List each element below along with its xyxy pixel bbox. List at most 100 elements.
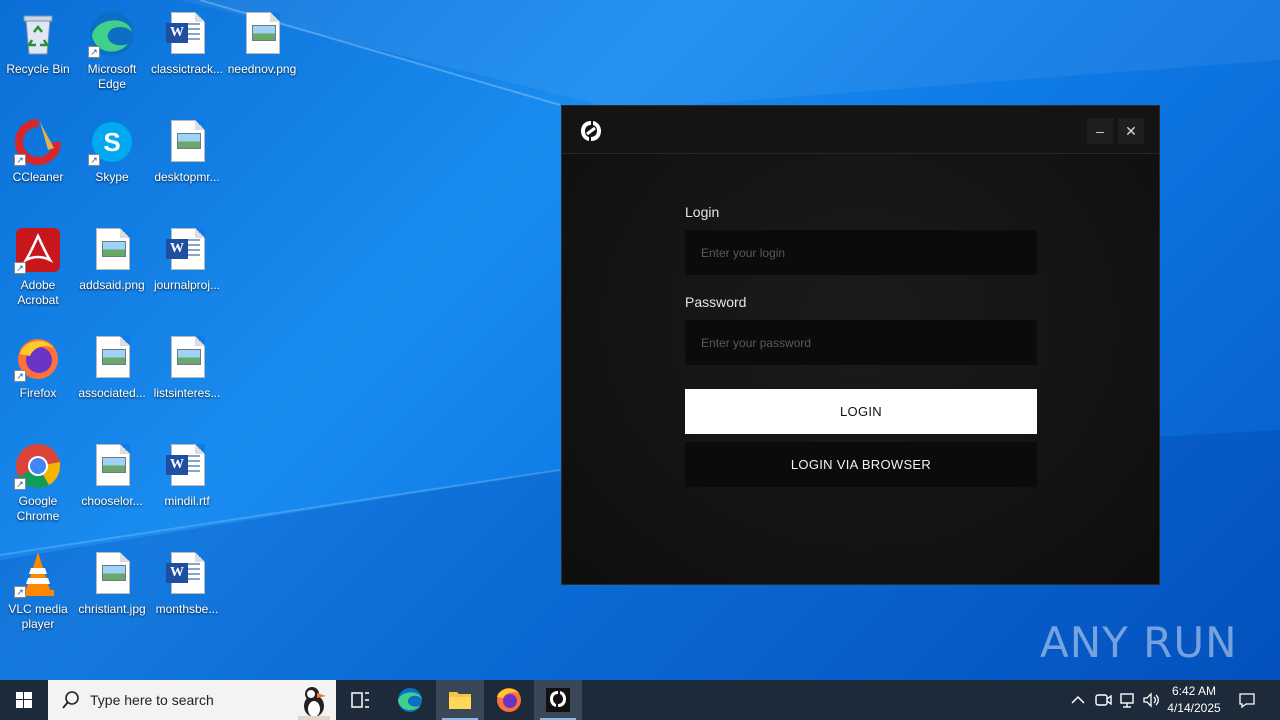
shortcut-arrow-icon: ↗	[14, 370, 26, 382]
desktop-icon-neednov[interactable]: neednov.png	[224, 4, 300, 104]
tray-volume[interactable]	[1141, 690, 1161, 710]
icon-label: CCleaner	[12, 170, 64, 184]
desktop-icon-desktopmr[interactable]: desktopmr...	[149, 112, 225, 212]
volume-icon	[1143, 692, 1159, 708]
icon-label: chooselor...	[81, 494, 143, 508]
icon-label: Adobe Acrobat	[17, 278, 59, 307]
icon-label: Firefox	[19, 386, 57, 400]
icon-label: VLC media player	[8, 602, 68, 631]
firefox-icon: ↗	[14, 334, 62, 382]
desktop-icon-vlc[interactable]: ↗ VLC media player	[0, 544, 76, 644]
desktop-icon-associated[interactable]: associated...	[74, 328, 150, 428]
chrome-icon: ↗	[14, 442, 62, 490]
image-file-icon	[238, 10, 286, 58]
task-view-button[interactable]	[336, 680, 384, 720]
image-file-icon	[163, 118, 211, 166]
edge-icon	[398, 688, 422, 712]
minimize-button[interactable]: –	[1087, 118, 1113, 144]
meet-icon	[1095, 694, 1112, 706]
acrobat-icon: ↗	[14, 226, 62, 274]
desktop-icon-google-chrome[interactable]: ↗ Google Chrome	[0, 436, 76, 536]
taskbar-edge[interactable]	[386, 680, 434, 720]
login-window: – ✕ Login Password LOGIN LOGIN VIA BROWS…	[561, 105, 1160, 585]
clock-date: 4/14/2025	[1167, 701, 1221, 715]
icon-label: listsinteres...	[153, 386, 221, 400]
image-file-icon	[88, 334, 136, 382]
taskbar: Type here to search 6:42 AM 4/14/2025	[0, 680, 1280, 720]
search-placeholder: Type here to search	[90, 692, 214, 708]
image-file-icon	[88, 442, 136, 490]
word-doc-icon: W	[163, 226, 211, 274]
skype-icon: S ↗	[88, 118, 136, 166]
task-view-icon	[351, 692, 369, 708]
taskbar-search-box[interactable]: Type here to search	[48, 680, 336, 720]
recycle-bin-icon	[14, 10, 62, 58]
icon-label: mindil.rtf	[164, 494, 210, 508]
desktop-icon-microsoft-edge[interactable]: ↗ Microsoft Edge	[74, 4, 150, 104]
icon-label: monthsbe...	[155, 602, 219, 616]
shortcut-arrow-icon: ↗	[14, 478, 26, 490]
word-doc-icon: W	[163, 442, 211, 490]
desktop-icon-christiant[interactable]: christiant.jpg	[74, 544, 150, 644]
edge-icon: ↗	[88, 10, 136, 58]
app-logo-icon	[581, 121, 601, 141]
app-logo-icon	[546, 688, 570, 712]
anyrun-watermark: ANY RUN	[1040, 612, 1238, 672]
puffin-bird-icon	[298, 687, 330, 720]
desktop-icon-mindil[interactable]: W mindil.rtf	[149, 436, 225, 536]
icon-label: journalproj...	[153, 278, 221, 292]
login-label: Login	[685, 204, 720, 220]
taskbar-firefox[interactable]	[485, 680, 533, 720]
icon-label: Skype	[95, 170, 129, 184]
icon-label: associated...	[78, 386, 146, 400]
password-label: Password	[685, 294, 747, 310]
icon-label: addsaid.png	[79, 278, 145, 292]
icon-label: christiant.jpg	[78, 602, 146, 616]
image-file-icon	[88, 550, 136, 598]
taskbar-file-explorer[interactable]	[436, 680, 484, 720]
word-doc-icon: W	[163, 10, 211, 58]
login-input[interactable]	[685, 230, 1037, 275]
icon-label: Microsoft Edge	[87, 62, 137, 91]
close-button[interactable]: ✕	[1118, 118, 1144, 144]
taskbar-clock[interactable]: 6:42 AM 4/14/2025	[1160, 683, 1228, 717]
icon-label: desktopmr...	[154, 170, 220, 184]
tray-meet-now[interactable]	[1093, 690, 1113, 710]
folder-icon	[449, 692, 471, 709]
shortcut-arrow-icon: ↗	[14, 154, 26, 166]
desktop-icon-journalproj[interactable]: W journalproj...	[149, 220, 225, 320]
window-titlebar[interactable]: – ✕	[562, 106, 1159, 154]
taskbar-login-app[interactable]	[534, 680, 582, 720]
desktop-icon-chooselor[interactable]: chooselor...	[74, 436, 150, 536]
svg-text:S: S	[103, 127, 120, 157]
desktop-icon-monthsbe[interactable]: W monthsbe...	[149, 544, 225, 644]
login-form: Login Password LOGIN LOGIN VIA BROWSER	[685, 204, 1037, 487]
login-via-browser-button[interactable]: LOGIN VIA BROWSER	[685, 442, 1037, 487]
action-center-button[interactable]	[1237, 690, 1257, 710]
tray-network[interactable]	[1117, 690, 1137, 710]
desktop-icon-ccleaner[interactable]: ↗ CCleaner	[0, 112, 76, 212]
firefox-icon	[497, 688, 521, 712]
show-hidden-icons-button[interactable]	[1068, 690, 1088, 710]
shortcut-arrow-icon: ↗	[14, 586, 26, 598]
shortcut-arrow-icon: ↗	[88, 46, 100, 58]
network-icon	[1120, 693, 1134, 708]
desktop-icon-recycle-bin[interactable]: Recycle Bin	[0, 4, 76, 104]
desktop-icon-adobe-acrobat[interactable]: ↗ Adobe Acrobat	[0, 220, 76, 320]
watermark-text: ANY RUN	[1040, 617, 1238, 667]
password-input[interactable]	[685, 320, 1037, 365]
vlc-icon: ↗	[14, 550, 62, 598]
start-button[interactable]	[0, 680, 48, 720]
desktop-icon-addsaid[interactable]: addsaid.png	[74, 220, 150, 320]
login-button[interactable]: LOGIN	[685, 389, 1037, 434]
desktop-icon-skype[interactable]: S ↗ Skype	[74, 112, 150, 212]
word-doc-icon: W	[163, 550, 211, 598]
icon-label: neednov.png	[227, 62, 297, 76]
clock-time: 6:42 AM	[1171, 684, 1217, 698]
desktop-icon-listsinteres[interactable]: listsinteres...	[149, 328, 225, 428]
image-file-icon	[88, 226, 136, 274]
search-icon	[62, 691, 79, 709]
desktop-icon-classictrack[interactable]: W classictrack...	[149, 4, 225, 104]
icon-label: Google Chrome	[16, 494, 60, 523]
desktop-icon-firefox[interactable]: ↗ Firefox	[0, 328, 76, 428]
